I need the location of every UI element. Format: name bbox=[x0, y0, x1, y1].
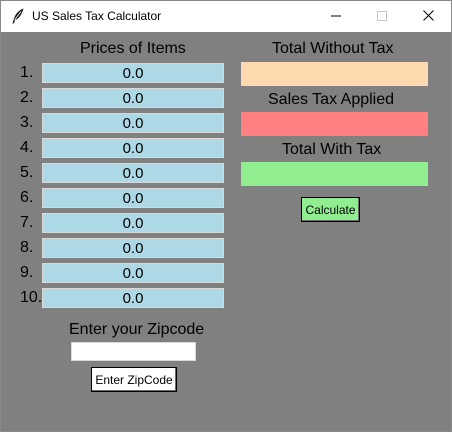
item-number: 6. bbox=[20, 189, 34, 206]
price-field-10[interactable]: 0.0 bbox=[42, 288, 224, 308]
item-number: 10. bbox=[20, 289, 43, 306]
feather-icon bbox=[11, 8, 25, 24]
close-icon bbox=[422, 8, 434, 26]
price-field-6[interactable]: 0.0 bbox=[42, 188, 224, 208]
total-without-tax-label: Total Without Tax bbox=[272, 40, 394, 57]
item-number: 8. bbox=[20, 239, 34, 256]
sales-tax-label: Sales Tax Applied bbox=[268, 91, 395, 108]
price-field-7[interactable]: 0.0 bbox=[42, 213, 224, 233]
minimize-icon bbox=[331, 8, 341, 26]
item-number: 1. bbox=[20, 64, 34, 81]
maximize-icon bbox=[377, 8, 387, 26]
item-number: 5. bbox=[20, 164, 34, 181]
maximize-button[interactable] bbox=[359, 1, 405, 32]
item-number: 4. bbox=[20, 139, 34, 156]
total-with-tax-label: Total With Tax bbox=[282, 141, 382, 158]
window-title: US Sales Tax Calculator bbox=[32, 9, 162, 23]
minimize-button[interactable] bbox=[313, 1, 359, 32]
price-field-9[interactable]: 0.0 bbox=[42, 263, 224, 283]
price-field-8[interactable]: 0.0 bbox=[42, 238, 224, 258]
item-number: 7. bbox=[20, 214, 34, 231]
client-area: Prices of Items 1. 0.0 2. 0.0 3. 0.0 4. … bbox=[1, 32, 451, 431]
price-field-1[interactable]: 0.0 bbox=[42, 63, 224, 83]
zipcode-input[interactable] bbox=[71, 342, 196, 361]
sales-tax-output bbox=[241, 112, 428, 136]
app-window: US Sales Tax Calculator Prices of Items … bbox=[0, 0, 452, 432]
title-bar[interactable]: US Sales Tax Calculator bbox=[1, 1, 451, 32]
total-without-tax-output bbox=[241, 62, 428, 86]
price-field-3[interactable]: 0.0 bbox=[42, 113, 224, 133]
price-field-2[interactable]: 0.0 bbox=[42, 88, 224, 108]
prices-heading: Prices of Items bbox=[80, 40, 186, 57]
enter-zipcode-button[interactable]: Enter ZipCode bbox=[91, 367, 177, 392]
calculate-button[interactable]: Calculate bbox=[301, 197, 360, 222]
price-field-4[interactable]: 0.0 bbox=[42, 138, 224, 158]
zipcode-label: Enter your Zipcode bbox=[69, 321, 205, 338]
price-field-5[interactable]: 0.0 bbox=[42, 163, 224, 183]
item-number: 2. bbox=[20, 89, 34, 106]
item-number: 3. bbox=[20, 114, 34, 131]
item-number: 9. bbox=[20, 264, 34, 281]
total-with-tax-output bbox=[241, 162, 428, 186]
close-button[interactable] bbox=[405, 1, 451, 32]
